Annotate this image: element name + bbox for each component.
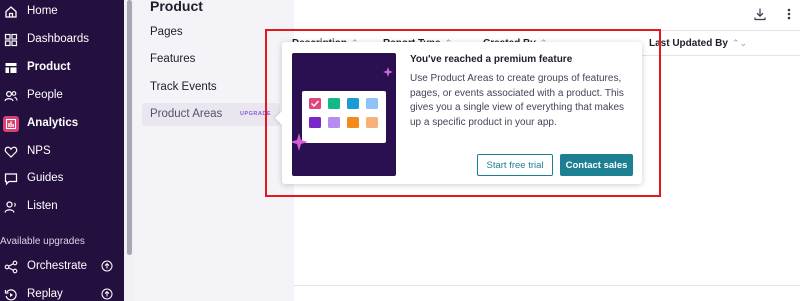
- replay-icon: [3, 287, 19, 301]
- orchestrate-icon: [3, 259, 19, 275]
- main-nav: Home Dashboards Product People Analytics: [0, 0, 124, 301]
- sort-icon[interactable]: ⌃⌄: [732, 38, 747, 48]
- nav-item-guides[interactable]: Guides: [0, 167, 124, 191]
- subnav-item-label: Track Events: [150, 81, 217, 93]
- nav-item-people[interactable]: People: [0, 84, 124, 108]
- subnav-item-features[interactable]: Features: [142, 48, 280, 71]
- nav-item-label: Orchestrate: [27, 260, 88, 272]
- nav-item-label: Dashboards: [27, 33, 90, 45]
- nav-item-label: Guides: [27, 172, 64, 184]
- home-icon: [3, 4, 19, 20]
- nav-item-nps[interactable]: NPS: [0, 140, 124, 164]
- subnav-item-label: Product Areas: [150, 108, 223, 120]
- guides-icon: [3, 171, 19, 187]
- listen-icon: [3, 199, 19, 215]
- subnav-title: Product: [150, 0, 203, 14]
- nav-item-label: Product: [27, 61, 71, 73]
- subnav-item-pages[interactable]: Pages: [142, 21, 280, 44]
- table-divider: [294, 285, 800, 286]
- nav-item-analytics[interactable]: Analytics: [0, 112, 124, 136]
- upgrade-arrow-icon: [101, 288, 113, 300]
- subnav-item-track-events[interactable]: Track Events: [142, 76, 280, 99]
- download-icon[interactable]: [753, 7, 767, 21]
- nav-item-label: Analytics: [27, 117, 79, 129]
- nav-item-home[interactable]: Home: [0, 0, 124, 24]
- heart-icon: [3, 144, 19, 160]
- available-upgrades-heading: Available upgrades: [0, 236, 85, 247]
- subnav-item-product-areas[interactable]: Product Areas UPGRADE: [142, 103, 280, 126]
- subnav-item-label: Features: [150, 53, 196, 65]
- analytics-icon: [3, 116, 19, 132]
- nav-item-product[interactable]: Product: [0, 56, 124, 80]
- nav-item-label: People: [27, 89, 63, 101]
- nav-item-label: NPS: [27, 145, 51, 157]
- upgrade-arrow-icon: [101, 260, 113, 272]
- nav-item-orchestrate[interactable]: Orchestrate: [0, 255, 124, 279]
- nav-item-label: Replay: [27, 288, 63, 300]
- nav-item-listen[interactable]: Listen: [0, 195, 124, 219]
- people-icon: [3, 88, 19, 104]
- nav-item-label: Home: [27, 5, 58, 17]
- nav-item-replay[interactable]: Replay: [0, 283, 124, 301]
- dashboards-icon: [3, 32, 19, 48]
- nav-scrollbar-thumb[interactable]: [127, 0, 132, 255]
- product-icon: [3, 60, 19, 76]
- nav-item-dashboards[interactable]: Dashboards: [0, 28, 124, 52]
- more-options-icon[interactable]: [783, 7, 795, 21]
- column-header-last-updated-by[interactable]: Last Updated By ⌃⌄: [649, 38, 747, 49]
- highlight-box: [265, 29, 661, 197]
- subnav-item-label: Pages: [150, 26, 183, 38]
- nav-item-label: Listen: [27, 200, 58, 212]
